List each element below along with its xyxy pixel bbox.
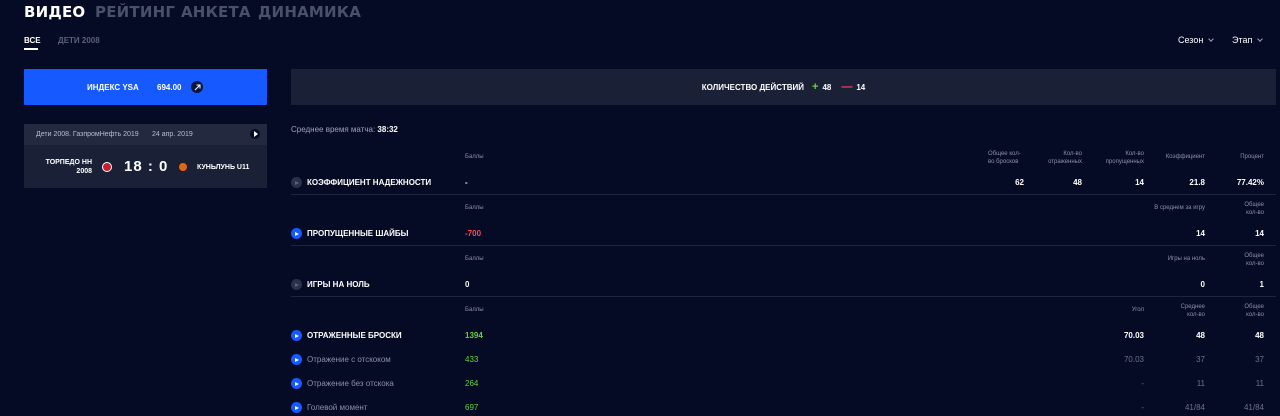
divider (291, 194, 1276, 195)
col-angle-header: Угол (1131, 307, 1144, 313)
index-card[interactable]: ИНДЕКС YSA 694.00 (24, 69, 267, 105)
saves-row-angle: - (1141, 403, 1144, 412)
saves-row-average: 41/84 (1184, 403, 1205, 412)
col-average-header: Среднее кол-во (1180, 304, 1205, 318)
goals-against-avg: 14 (1196, 229, 1205, 238)
home-team-name: ТОРПЕДО НН (45, 159, 92, 166)
reliability-points: - (465, 178, 468, 187)
avg-time-value: 38:32 (377, 125, 398, 134)
saves-row-label: Отражение с отскоком (307, 355, 391, 364)
subtab-all[interactable]: ВСЕ (24, 36, 41, 45)
saves-row-total: 37 (1255, 355, 1264, 364)
match-date: 24 апр. 2019 (152, 131, 193, 138)
minus-icon: — (841, 81, 853, 93)
play-icon[interactable] (291, 228, 302, 239)
saves-row-angle: 70.03 (1123, 355, 1144, 364)
saves-row-points: 697 (465, 403, 479, 412)
col-coef-header: Коэффициент (1165, 154, 1205, 160)
avg-time-label: Среднее время матча: (291, 125, 376, 134)
play-icon[interactable] (291, 354, 302, 365)
arrow-up-right-icon[interactable] (191, 81, 203, 93)
actions-label: КОЛИЧЕСТВО ДЕЙСТВИЙ (701, 82, 804, 92)
tab-video[interactable]: ВИДЕО (24, 3, 85, 21)
saves-row-average: 37 (1196, 355, 1205, 364)
match-score: 18 : 0 (124, 158, 169, 175)
home-team-year: 2008 (76, 168, 92, 175)
away-team: КУНЬЛУНЬ U11 (197, 164, 250, 171)
points-header: Баллы (465, 307, 484, 313)
col-total-shots-header: Общее кол-во бросков (988, 151, 1021, 165)
play-icon[interactable] (291, 279, 302, 290)
saves-average: 48 (1196, 331, 1205, 340)
match-tournament: Дети 2008. ГазпромНефть 2019 (36, 131, 139, 138)
reliability-saved: 48 (1073, 178, 1082, 187)
away-team-logo (178, 162, 188, 172)
tab-profile[interactable]: АНКЕТА (181, 3, 251, 21)
match-play-icon[interactable] (250, 129, 260, 139)
saves-row-total: 11 (1255, 379, 1264, 388)
saves-row-label: Голевой момент (307, 403, 368, 412)
home-team: ТОРПЕДО НН 2008 (42, 158, 92, 176)
subtab-underline (24, 48, 38, 50)
saves-angle: 70.03 (1123, 331, 1144, 340)
col-total-header: Общее кол-во (1244, 253, 1264, 267)
stage-dropdown[interactable]: Этап (1232, 35, 1264, 45)
index-label: ИНДЕКС YSA (87, 83, 139, 92)
goals-against-title: ПРОПУЩЕННЫЕ ШАЙБЫ (307, 229, 409, 238)
play-icon[interactable] (291, 378, 302, 389)
saves-row-average: 11 (1196, 379, 1205, 388)
play-icon[interactable] (291, 177, 302, 188)
reliability-percent: 77.42% (1236, 178, 1264, 187)
points-header: Баллы (465, 256, 484, 262)
reliability-coef: 21.8 (1189, 178, 1205, 187)
home-team-logo (102, 162, 112, 172)
saves-points: 1394 (465, 331, 483, 340)
index-value: 694.00 (157, 83, 182, 92)
play-icon[interactable] (291, 402, 302, 413)
divider (291, 245, 1276, 246)
stage-label: Этап (1232, 35, 1253, 45)
actions-bar: КОЛИЧЕСТВО ДЕЙСТВИЙ + 48 — 14 (291, 69, 1276, 105)
saves-row-points: 264 (465, 379, 479, 388)
shutouts-points: 0 (465, 280, 470, 289)
reliability-total-shots: 62 (1015, 178, 1024, 187)
points-header: Баллы (465, 154, 484, 160)
divider (291, 296, 1276, 297)
tab-dynamics[interactable]: ДИНАМИКА (258, 3, 361, 21)
play-icon[interactable] (291, 330, 302, 341)
reliability-missed: 14 (1135, 178, 1144, 187)
match-card[interactable]: Дети 2008. ГазпромНефть 2019 24 апр. 201… (24, 124, 267, 188)
shutouts-total: 1 (1259, 280, 1264, 289)
chevron-down-icon (1208, 36, 1215, 42)
match-header: Дети 2008. ГазпромНефть 2019 24 апр. 201… (24, 124, 267, 145)
actions-plus-count: 48 (822, 82, 832, 92)
points-header: Баллы (465, 205, 484, 211)
chevron-down-icon (1257, 36, 1264, 42)
subtab-kids-2008[interactable]: ДЕТИ 2008 (58, 36, 100, 45)
season-dropdown[interactable]: Сезон (1178, 35, 1215, 45)
avg-time: Среднее время матча: 38:32 (291, 125, 398, 134)
goals-against-total: 14 (1255, 229, 1264, 238)
actions-minus-count: 14 (856, 82, 866, 92)
goals-against-points: -700 (465, 229, 482, 238)
tab-rating[interactable]: РЕЙТИНГ (95, 3, 175, 21)
col-percent-header: Процент (1240, 154, 1264, 160)
saves-row-angle: - (1141, 379, 1144, 388)
saves-total: 48 (1255, 331, 1264, 340)
reliability-title: КОЭФФИЦИЕНТ НАДЕЖНОСТИ (307, 178, 432, 187)
saves-row-total: 41/84 (1243, 403, 1264, 412)
col-total-header: Общее кол-во (1244, 202, 1264, 216)
saves-row-label: Отражение без отскока (307, 379, 394, 388)
shutouts-title: ИГРЫ НА НОЛЬ (307, 280, 370, 289)
plus-icon: + (812, 81, 819, 93)
col-missed-header: Кол-во пропущенных (1105, 151, 1144, 165)
shutouts-count: 0 (1200, 280, 1205, 289)
col-saved-header: Кол-во отраженных (1048, 151, 1082, 165)
col-total-header: Общее кол-во (1244, 304, 1264, 318)
saves-title: ОТРАЖЕННЫЕ БРОСКИ (307, 331, 402, 340)
saves-row-points: 433 (465, 355, 479, 364)
col-shutouts-header: Игры на ноль (1167, 256, 1205, 262)
col-avg-per-game-header: В среднем за игру (1154, 205, 1205, 211)
season-label: Сезон (1178, 35, 1204, 45)
